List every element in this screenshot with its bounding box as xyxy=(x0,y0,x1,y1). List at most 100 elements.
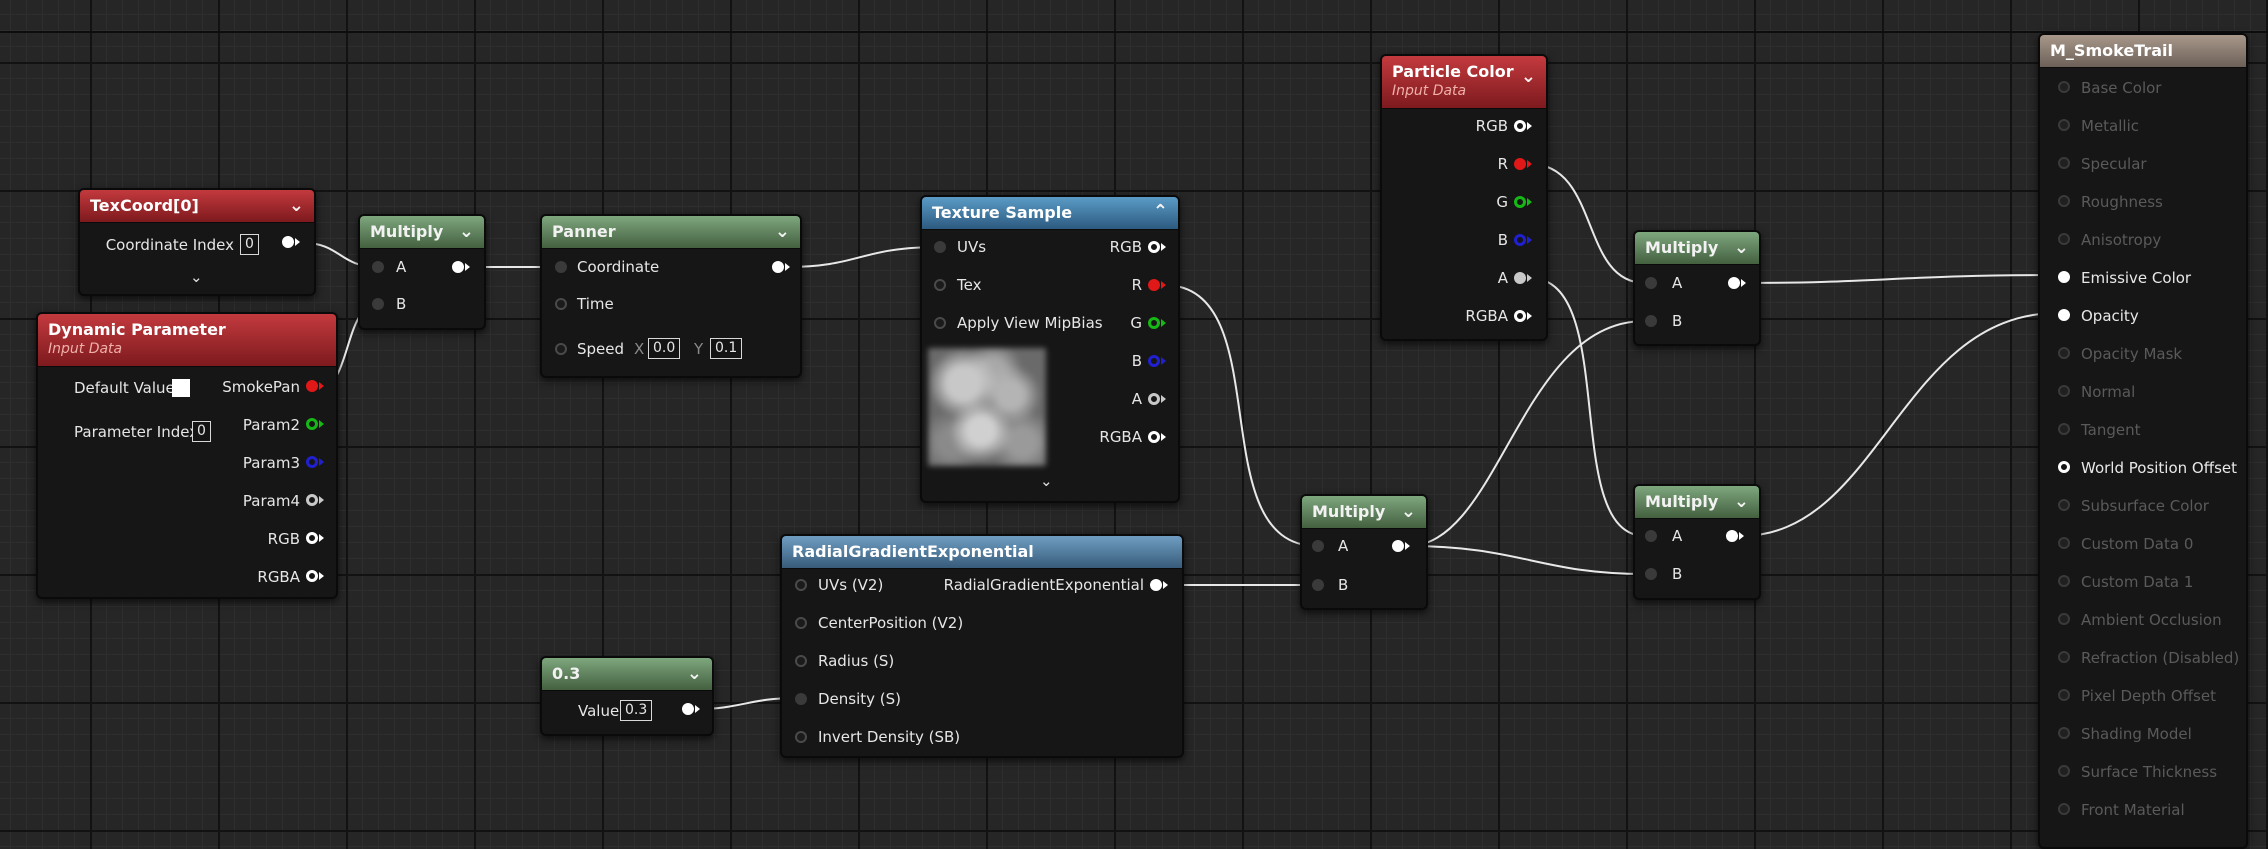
node-dynparam-header[interactable]: Dynamic Parameter Input Data xyxy=(38,314,336,367)
panner-speed-y-field[interactable]: 0.1 xyxy=(710,338,743,359)
multiply1-output-pin[interactable] xyxy=(452,261,464,273)
node-multiply-4[interactable]: Multiply ⌄ xyxy=(1633,484,1761,600)
multiply2-in-a-pin[interactable] xyxy=(1312,540,1324,552)
texsample-in-tex-pin[interactable] xyxy=(934,279,946,291)
chevron-down-icon[interactable]: ⌄ xyxy=(289,195,304,216)
result-pin-custom-data-1[interactable] xyxy=(2058,575,2070,587)
chevron-down-icon[interactable]: ⌄ xyxy=(1401,501,1416,522)
result-pin-tangent[interactable] xyxy=(2058,423,2070,435)
texsample-in-mipbias-pin[interactable] xyxy=(934,317,946,329)
node-multiply3-header[interactable]: Multiply ⌄ xyxy=(1635,232,1759,265)
chevron-down-icon[interactable]: ⌄ xyxy=(1734,237,1749,258)
dynparam-out-rgb-pin[interactable] xyxy=(306,532,318,544)
radial-in-center-pin[interactable] xyxy=(795,617,807,629)
dynparam-out-smokepan-pin[interactable] xyxy=(306,380,318,392)
dynparam-out-param4-pin[interactable] xyxy=(306,494,318,506)
multiply4-in-b-pin[interactable] xyxy=(1645,568,1657,580)
result-pin-surface-thickness[interactable] xyxy=(2058,765,2070,777)
pin-arrow xyxy=(319,458,324,466)
constant-output-pin[interactable] xyxy=(682,703,694,715)
radial-in-invert-pin[interactable] xyxy=(795,731,807,743)
chevron-down-icon[interactable]: ⌄ xyxy=(1521,66,1536,87)
node-particlecolor-header[interactable]: Particle Color Input Data ⌄ xyxy=(1382,56,1546,109)
radial-in-uvs-pin[interactable] xyxy=(795,579,807,591)
particlecolor-out-rgba-pin[interactable] xyxy=(1514,310,1526,322)
panner-in-coordinate-pin[interactable] xyxy=(555,261,567,273)
multiply4-in-a-pin[interactable] xyxy=(1645,530,1657,542)
material-graph-canvas[interactable]: TexCoord[0] ⌄ Coordinate Index 0 ⌄ Dynam… xyxy=(0,0,2268,849)
texsample-in-uvs-pin[interactable] xyxy=(934,241,946,253)
multiply4-output-pin[interactable] xyxy=(1726,530,1738,542)
particlecolor-out-r-pin[interactable] xyxy=(1514,158,1526,170)
multiply1-in-a-pin[interactable] xyxy=(372,261,384,273)
texsample-out-g-pin[interactable] xyxy=(1148,317,1160,329)
result-pin-label: Opacity xyxy=(2081,307,2139,325)
chevron-down-icon[interactable]: ⌄ xyxy=(1734,491,1749,512)
node-multiply1-header[interactable]: Multiply ⌄ xyxy=(360,216,484,249)
chevron-down-icon[interactable]: ⌄ xyxy=(459,221,474,242)
node-result-header[interactable]: M_SmokeTrail xyxy=(2040,35,2246,68)
node-constant[interactable]: 0.3 ⌄ xyxy=(540,656,714,736)
result-pin-anisotropy[interactable] xyxy=(2058,233,2070,245)
result-pin-refraction-disabled[interactable] xyxy=(2058,651,2070,663)
result-pin-opacity[interactable] xyxy=(2058,309,2070,321)
result-pin-custom-data-0[interactable] xyxy=(2058,537,2070,549)
result-pin-metallic[interactable] xyxy=(2058,119,2070,131)
node-constant-header[interactable]: 0.3 ⌄ xyxy=(542,658,712,691)
dynparam-default-value-swatch[interactable] xyxy=(172,379,190,397)
multiply2-in-b-pin[interactable] xyxy=(1312,579,1324,591)
result-pin-front-material[interactable] xyxy=(2058,803,2070,815)
multiply3-in-b-pin[interactable] xyxy=(1645,315,1657,327)
texcoord-coordinate-index-field[interactable]: 0 xyxy=(240,234,259,255)
chevron-down-icon[interactable]: ⌄ xyxy=(1040,472,1053,490)
chevron-down-icon[interactable]: ⌄ xyxy=(687,663,702,684)
texsample-out-r-pin[interactable] xyxy=(1148,279,1160,291)
texsample-out-rgb-pin[interactable] xyxy=(1148,241,1160,253)
texsample-out-rgba-pin[interactable] xyxy=(1148,431,1160,443)
multiply1-in-b-pin[interactable] xyxy=(372,298,384,310)
node-multiply2-header[interactable]: Multiply ⌄ xyxy=(1302,496,1426,529)
node-radial-gradient[interactable]: RadialGradientExponential xyxy=(780,534,1184,758)
radial-output-pin[interactable] xyxy=(1150,579,1162,591)
panner-output-pin[interactable] xyxy=(772,261,784,273)
node-radial-header[interactable]: RadialGradientExponential xyxy=(782,536,1182,569)
result-pin-base-color[interactable] xyxy=(2058,81,2070,93)
particlecolor-out-rgb-pin[interactable] xyxy=(1514,120,1526,132)
texsample-out-b-pin[interactable] xyxy=(1148,355,1160,367)
radial-in-density-pin[interactable] xyxy=(795,693,807,705)
chevron-up-icon[interactable]: ⌃ xyxy=(1153,201,1168,222)
result-pin-world-position-offset[interactable] xyxy=(2058,461,2070,473)
panner-in-time-pin[interactable] xyxy=(555,298,567,310)
particlecolor-out-a-pin[interactable] xyxy=(1514,272,1526,284)
result-pin-pixel-depth-offset[interactable] xyxy=(2058,689,2070,701)
panner-speed-x-field[interactable]: 0.0 xyxy=(648,338,681,359)
result-pin-subsurface-color[interactable] xyxy=(2058,499,2070,511)
panner-in-speed-pin[interactable] xyxy=(555,343,567,355)
chevron-down-icon[interactable]: ⌄ xyxy=(775,221,790,242)
node-texcoord-header[interactable]: TexCoord[0] ⌄ xyxy=(80,190,314,223)
particlecolor-out-g-pin[interactable] xyxy=(1514,196,1526,208)
particlecolor-out-b-pin[interactable] xyxy=(1514,234,1526,246)
multiply3-in-a-pin[interactable] xyxy=(1645,277,1657,289)
radial-in-radius-pin[interactable] xyxy=(795,655,807,667)
node-texsample-header[interactable]: Texture Sample ⌃ xyxy=(922,197,1178,230)
texsample-out-a-pin[interactable] xyxy=(1148,393,1160,405)
constant-value-field[interactable]: 0.3 xyxy=(620,700,653,721)
node-panner-header[interactable]: Panner ⌄ xyxy=(542,216,800,249)
dynparam-out-rgba-pin[interactable] xyxy=(306,570,318,582)
texcoord-output-pin[interactable] xyxy=(282,236,294,248)
result-pin-opacity-mask[interactable] xyxy=(2058,347,2070,359)
result-pin-shading-model[interactable] xyxy=(2058,727,2070,739)
result-pin-ambient-occlusion[interactable] xyxy=(2058,613,2070,625)
node-multiply4-header[interactable]: Multiply ⌄ xyxy=(1635,486,1759,519)
result-pin-roughness[interactable] xyxy=(2058,195,2070,207)
dynparam-out-param3-pin[interactable] xyxy=(306,456,318,468)
multiply3-output-pin[interactable] xyxy=(1728,277,1740,289)
result-pin-emissive-color[interactable] xyxy=(2058,271,2070,283)
node-multiply-2[interactable]: Multiply ⌄ xyxy=(1300,494,1428,610)
chevron-down-icon[interactable]: ⌄ xyxy=(190,268,203,286)
multiply2-output-pin[interactable] xyxy=(1392,540,1404,552)
result-pin-specular[interactable] xyxy=(2058,157,2070,169)
result-pin-normal[interactable] xyxy=(2058,385,2070,397)
dynparam-out-param2-pin[interactable] xyxy=(306,418,318,430)
